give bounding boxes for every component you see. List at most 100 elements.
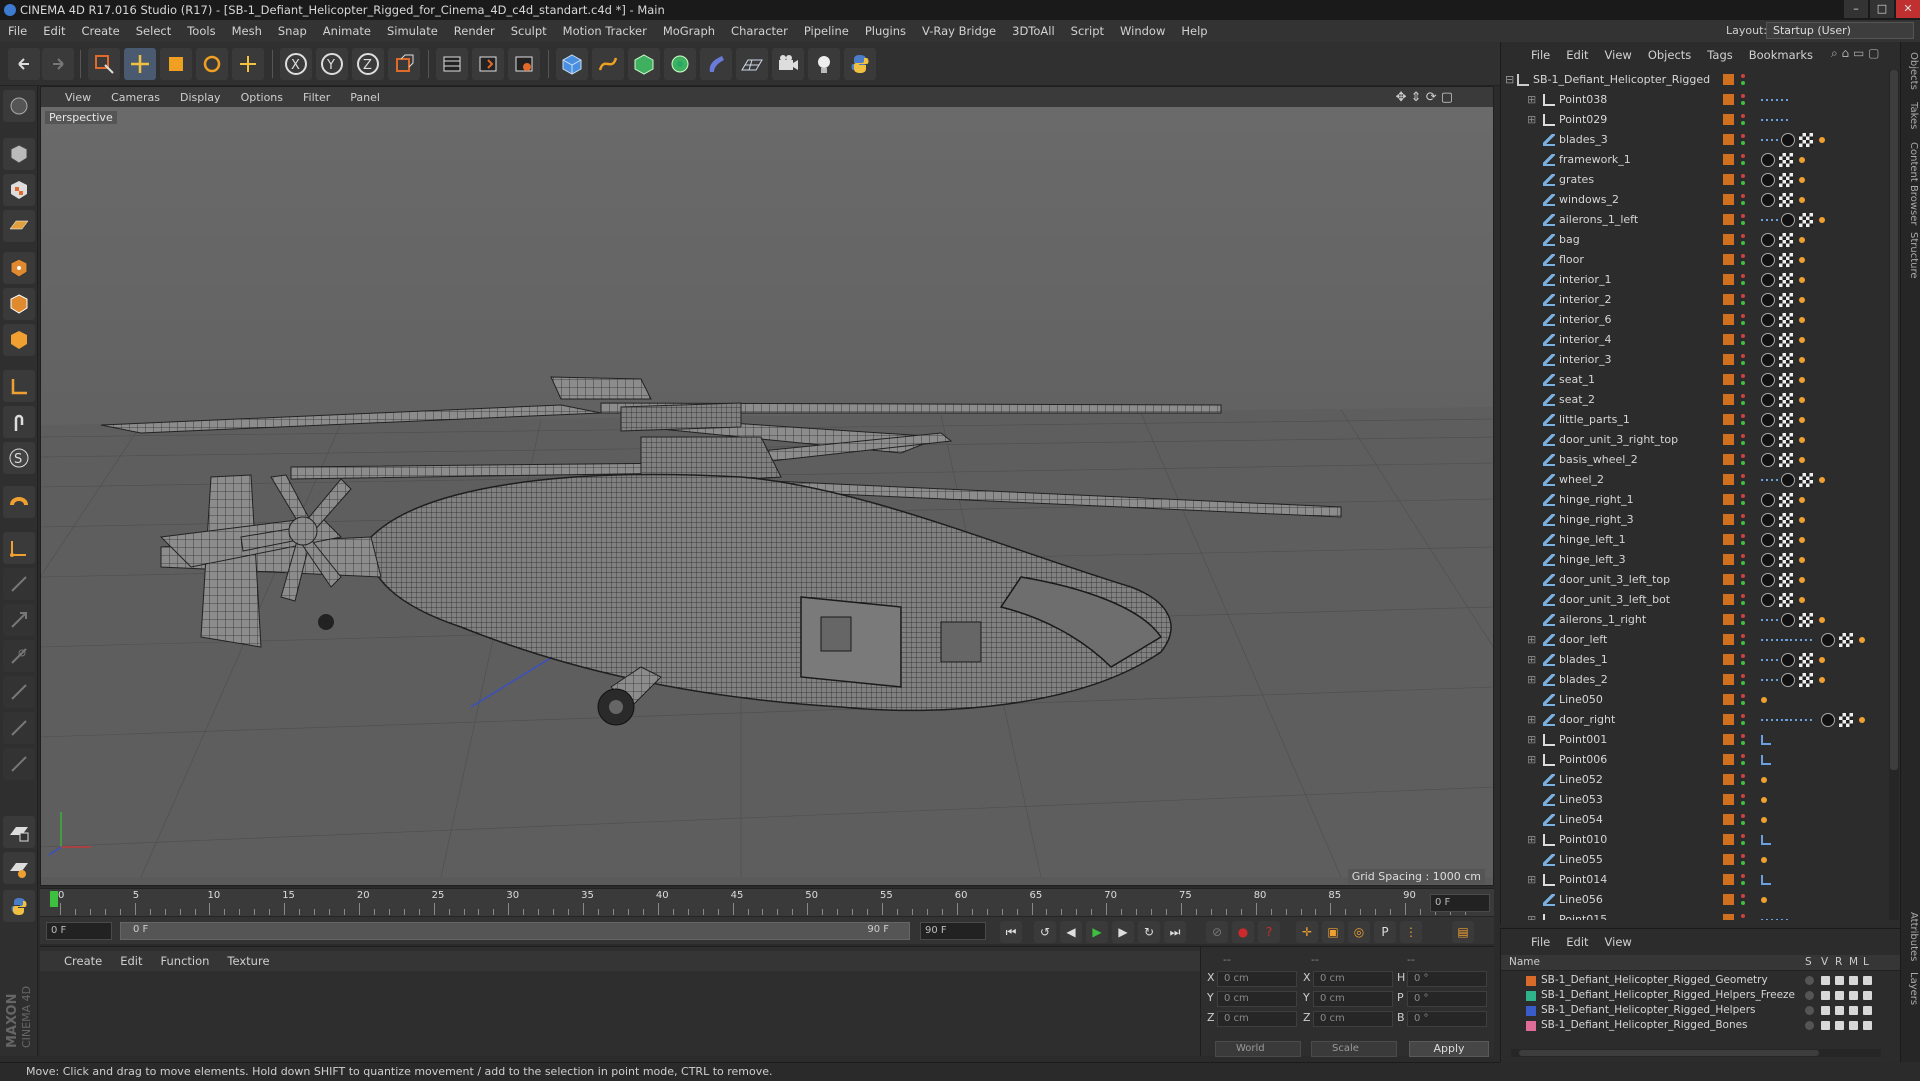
record-pla-button[interactable]: ⋮ bbox=[1400, 921, 1422, 943]
editor-visibility-dot[interactable] bbox=[1741, 474, 1745, 478]
model-mode-icon[interactable] bbox=[3, 138, 35, 170]
render-visibility-dot[interactable] bbox=[1741, 481, 1745, 485]
layer-toggle-manager[interactable] bbox=[1849, 1021, 1858, 1030]
render-visibility-dot[interactable] bbox=[1741, 841, 1745, 845]
editor-visibility-dot[interactable] bbox=[1741, 834, 1745, 838]
next-frame-button[interactable]: ▶ bbox=[1112, 921, 1134, 943]
editor-visibility-dot[interactable] bbox=[1741, 694, 1745, 698]
layer-toggle-solo[interactable] bbox=[1805, 1021, 1814, 1030]
object-row[interactable]: interior_2 bbox=[1501, 290, 1885, 310]
layer-toggle-locked[interactable] bbox=[1863, 976, 1872, 985]
previous-frame-button[interactable]: ◀ bbox=[1060, 921, 1082, 943]
object-menu-tags[interactable]: Tags bbox=[1707, 48, 1732, 62]
record-button[interactable]: ● bbox=[1232, 921, 1254, 943]
coord-position-field[interactable]: 0 cm bbox=[1217, 991, 1297, 1007]
editor-visibility-dot[interactable] bbox=[1741, 514, 1745, 518]
points-mode-icon[interactable] bbox=[3, 252, 35, 284]
render-settings-icon[interactable] bbox=[508, 48, 540, 80]
material-menu-edit[interactable]: Edit bbox=[120, 954, 142, 968]
object-row[interactable]: Line055 bbox=[1501, 850, 1885, 870]
material-menu-texture[interactable]: Texture bbox=[227, 954, 269, 968]
menu-simulate[interactable]: Simulate bbox=[387, 24, 438, 38]
python-icon[interactable] bbox=[844, 48, 876, 80]
scale-tool-icon[interactable] bbox=[160, 48, 192, 80]
menu-render[interactable]: Render bbox=[454, 24, 495, 38]
render-visibility-dot[interactable] bbox=[1741, 241, 1745, 245]
layer-menu-view[interactable]: View bbox=[1605, 935, 1632, 949]
light-icon[interactable] bbox=[808, 48, 840, 80]
layer-menu-file[interactable]: File bbox=[1531, 935, 1550, 949]
menu-v-ray-bridge[interactable]: V-Ray Bridge bbox=[922, 24, 996, 38]
x-axis-lock-icon[interactable]: X bbox=[280, 48, 312, 80]
render-visibility-dot[interactable] bbox=[1741, 681, 1745, 685]
editor-visibility-dot[interactable] bbox=[1741, 254, 1745, 258]
object-row[interactable]: Line054 bbox=[1501, 810, 1885, 830]
render-visibility-dot[interactable] bbox=[1741, 141, 1745, 145]
editor-visibility-dot[interactable] bbox=[1741, 594, 1745, 598]
next-key-button[interactable]: ↻ bbox=[1138, 921, 1160, 943]
render-visibility-dot[interactable] bbox=[1741, 221, 1745, 225]
editor-visibility-dot[interactable] bbox=[1741, 734, 1745, 738]
editor-visibility-dot[interactable] bbox=[1741, 454, 1745, 458]
layer-column-l[interactable]: L bbox=[1863, 956, 1869, 968]
menu-help[interactable]: Help bbox=[1181, 24, 1207, 38]
menu-create[interactable]: Create bbox=[82, 24, 120, 38]
coord-size-field[interactable]: 0 cm bbox=[1313, 971, 1393, 987]
editor-visibility-dot[interactable] bbox=[1741, 614, 1745, 618]
apply-button[interactable]: Apply bbox=[1409, 1041, 1489, 1057]
expand-icon[interactable]: ⊞ bbox=[1527, 93, 1536, 106]
record-rotation-button[interactable]: ◎ bbox=[1348, 921, 1370, 943]
deformer-icon[interactable] bbox=[700, 48, 732, 80]
render-visibility-dot[interactable] bbox=[1741, 561, 1745, 565]
side-tab-content-browser[interactable]: Content Browser bbox=[1903, 142, 1919, 225]
undo-button[interactable] bbox=[8, 48, 40, 80]
coord-size-field[interactable]: 0 cm bbox=[1313, 1011, 1393, 1027]
render-visibility-dot[interactable] bbox=[1741, 181, 1745, 185]
editor-visibility-dot[interactable] bbox=[1741, 194, 1745, 198]
editor-visibility-dot[interactable] bbox=[1741, 174, 1745, 178]
render-to-picture-viewer-icon[interactable] bbox=[472, 48, 504, 80]
coord-rotation-field[interactable]: 0 ° bbox=[1407, 971, 1487, 987]
python-script-icon[interactable] bbox=[3, 890, 35, 922]
object-row[interactable]: ⊞ Point006 bbox=[1501, 750, 1885, 770]
coord-mode-dropdown[interactable]: World bbox=[1215, 1041, 1301, 1057]
joint-tool-icon[interactable] bbox=[3, 532, 35, 564]
magnet-icon[interactable] bbox=[3, 486, 35, 518]
autokey-button[interactable]: ? bbox=[1258, 921, 1280, 943]
layer-toggle-view[interactable] bbox=[1821, 991, 1830, 1000]
subdivision-surface-icon[interactable] bbox=[628, 48, 660, 80]
render-visibility-dot[interactable] bbox=[1741, 521, 1745, 525]
object-row[interactable]: Line052 bbox=[1501, 770, 1885, 790]
render-visibility-dot[interactable] bbox=[1741, 581, 1745, 585]
coordinate-system-icon[interactable] bbox=[388, 48, 420, 80]
editor-visibility-dot[interactable] bbox=[1741, 554, 1745, 558]
grid-lock-icon[interactable] bbox=[3, 852, 35, 884]
layer-toggle-locked[interactable] bbox=[1863, 1006, 1872, 1015]
object-row[interactable]: framework_1 bbox=[1501, 150, 1885, 170]
object-menu-bookmarks[interactable]: Bookmarks bbox=[1749, 48, 1813, 62]
cloner-icon[interactable] bbox=[664, 48, 696, 80]
editor-visibility-dot[interactable] bbox=[1741, 134, 1745, 138]
render-visibility-dot[interactable] bbox=[1741, 161, 1745, 165]
layout-dropdown[interactable]: Startup (User) bbox=[1766, 22, 1914, 39]
editor-visibility-dot[interactable] bbox=[1741, 754, 1745, 758]
spline-pen-icon[interactable] bbox=[592, 48, 624, 80]
side-tab-structure[interactable]: Structure bbox=[1903, 232, 1919, 279]
edges-mode-icon[interactable] bbox=[3, 288, 35, 320]
editor-visibility-dot[interactable] bbox=[1741, 814, 1745, 818]
layer-toggle-render[interactable] bbox=[1835, 991, 1844, 1000]
close-button[interactable]: ✕ bbox=[1896, 0, 1920, 18]
layer-column-m[interactable]: M bbox=[1849, 956, 1858, 968]
object-list-scrollbar[interactable] bbox=[1889, 70, 1899, 920]
object-root-row[interactable]: ⊟ SB-1_Defiant_Helicopter_Rigged bbox=[1501, 70, 1885, 90]
keyframe-selection-button[interactable]: ⊘ bbox=[1206, 921, 1228, 943]
layer-column-v[interactable]: V bbox=[1821, 956, 1828, 968]
menu-motion-tracker[interactable]: Motion Tracker bbox=[563, 24, 647, 38]
layer-toggle-view[interactable] bbox=[1821, 1021, 1830, 1030]
render-visibility-dot[interactable] bbox=[1741, 801, 1745, 805]
menu-animate[interactable]: Animate bbox=[323, 24, 371, 38]
record-scale-button[interactable]: ▣ bbox=[1322, 921, 1344, 943]
object-row[interactable]: interior_3 bbox=[1501, 350, 1885, 370]
render-visibility-dot[interactable] bbox=[1741, 661, 1745, 665]
viewport-scene[interactable] bbox=[41, 107, 1494, 877]
